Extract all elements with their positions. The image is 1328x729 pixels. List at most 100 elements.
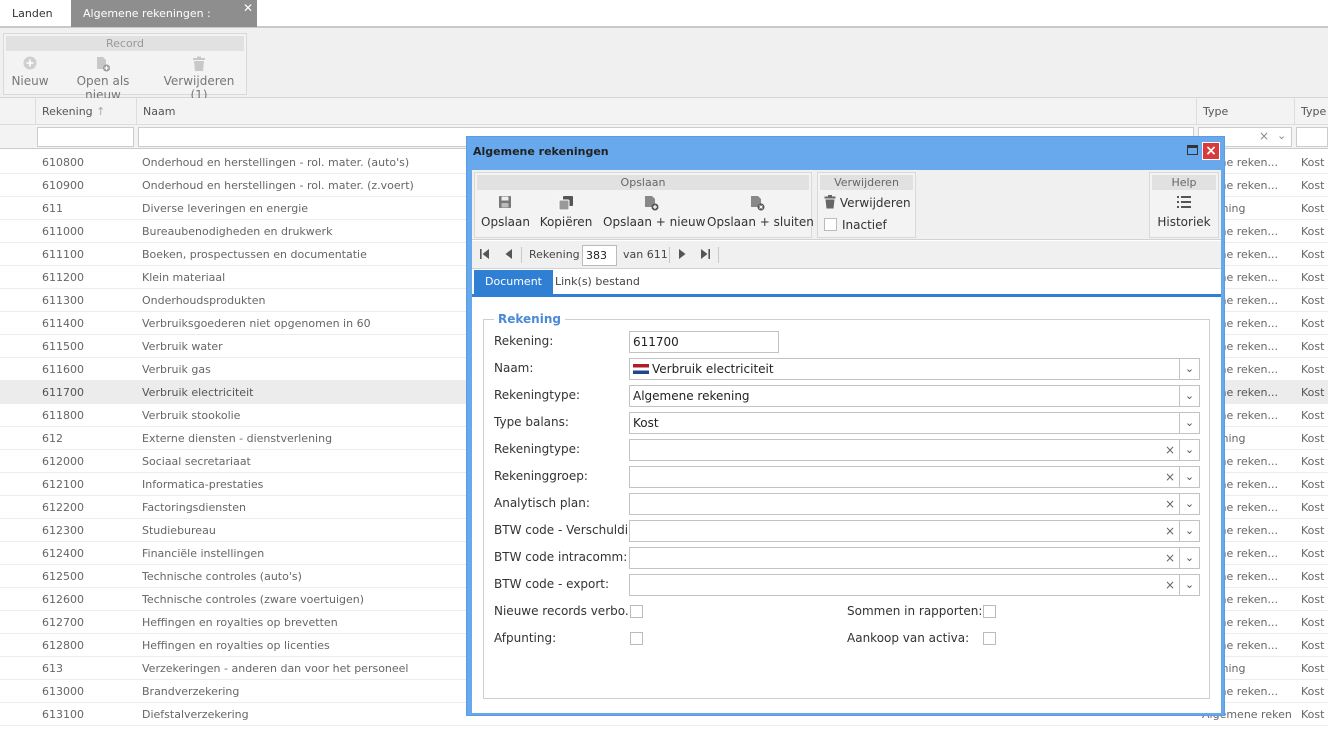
rekening-label: Rekening: (494, 334, 554, 348)
floppy-disk-icon (481, 195, 529, 215)
save-close-button[interactable]: Opslaan + sluiten (707, 195, 814, 229)
chevron-down-icon[interactable]: ⌄ (1179, 440, 1199, 460)
chevron-down-icon[interactable]: ⌄ (1179, 386, 1199, 406)
rekeninggroep-select[interactable]: × ⌄ (629, 466, 1200, 488)
previous-record-icon[interactable] (505, 246, 513, 264)
new-button[interactable]: Nieuw (11, 56, 49, 88)
tab-links[interactable]: Link(s) bestand (544, 270, 651, 294)
current-record-input[interactable]: 383 (582, 245, 617, 266)
cell-naam: Verbruik gas (142, 363, 211, 376)
btw-export-select[interactable]: × ⌄ (629, 574, 1200, 596)
next-record-icon[interactable] (678, 246, 686, 264)
analytisch-plan-select[interactable]: × ⌄ (629, 493, 1200, 515)
copy-button-label: Kopiëren (539, 215, 593, 229)
cell-rekening: 612500 (42, 570, 84, 583)
chevron-down-icon[interactable]: ⌄ (1179, 359, 1199, 379)
delete-button[interactable]: Verwijderen (1) (154, 56, 244, 102)
cell-rekening: 611 (42, 202, 63, 215)
filter-type-balans-input[interactable] (1296, 127, 1328, 147)
clear-icon[interactable]: × (1161, 575, 1179, 595)
dialog-delete-button[interactable]: Verwijderen (824, 195, 911, 210)
cell-rekening: 610900 (42, 179, 84, 192)
column-header-type[interactable]: Type (1196, 98, 1294, 125)
chevron-down-icon[interactable]: ⌄ (1179, 575, 1199, 595)
maximize-icon[interactable] (1187, 145, 1198, 155)
tab-algemene-rekeningen[interactable]: Algemene rekeningen : 611700 ✕ (71, 0, 257, 47)
cell-naam: Onderhoud en herstellingen - rol. mater.… (142, 179, 414, 192)
help-group-title: Help (1152, 175, 1216, 190)
clear-icon[interactable]: × (1161, 521, 1179, 541)
btw-verschuldigd-select[interactable]: × ⌄ (629, 520, 1200, 542)
cell-rekening: 611700 (42, 386, 84, 399)
cell-naam: Diefstalverzekering (142, 708, 249, 721)
clear-icon[interactable]: × (1161, 548, 1179, 568)
cell-type-balans: Kost (1301, 409, 1325, 422)
delete-group-title: Verwijderen (820, 175, 913, 190)
cell-rekening: 611100 (42, 248, 84, 261)
copy-button[interactable]: Kopiëren (539, 195, 593, 229)
cell-type-balans: Kost (1301, 593, 1325, 606)
nieuwe-records-checkbox[interactable] (630, 605, 643, 618)
delete-group: Verwijderen Verwijderen Inactief (817, 172, 916, 238)
history-label: Historiek (1157, 215, 1211, 229)
sommen-checkbox[interactable] (983, 605, 996, 618)
history-button[interactable]: Historiek (1154, 195, 1214, 229)
cell-rekening: 612600 (42, 593, 84, 606)
first-record-icon[interactable] (480, 246, 490, 264)
chevron-down-icon[interactable]: ⌄ (1179, 467, 1199, 487)
type-balans-label: Type balans: (494, 415, 569, 429)
tab-landen[interactable]: Landen (0, 0, 62, 27)
save-new-button[interactable]: Opslaan + nieuw (603, 195, 705, 229)
column-header-rekening[interactable]: Rekening ↑ (35, 98, 136, 125)
clear-icon[interactable]: × (1161, 440, 1179, 460)
rekening-input[interactable]: 611700 (629, 331, 779, 353)
cell-rekening: 613000 (42, 685, 84, 698)
account-dialog: Algemene rekeningen × Opslaan Opslaan Ko… (466, 136, 1225, 716)
column-header-naam[interactable]: Naam (136, 98, 1196, 125)
chevron-down-icon[interactable]: ⌄ (1179, 494, 1199, 514)
cell-rekening: 613100 (42, 708, 84, 721)
plus-circle-icon (11, 56, 49, 74)
afpunting-label: Afpunting: (494, 631, 557, 645)
analytisch-plan-label: Analytisch plan: (494, 496, 590, 510)
tab-label: Algemene rekeningen : (83, 7, 211, 20)
cell-naam: Verzekeringen - anderen dan voor het per… (142, 662, 409, 675)
afpunting-checkbox[interactable] (630, 632, 643, 645)
cell-rekening: 610800 (42, 156, 84, 169)
clear-icon[interactable]: × (1259, 129, 1269, 143)
filter-rekening-input[interactable] (37, 127, 134, 147)
tab-document[interactable]: Document (474, 270, 553, 294)
inactive-label: Inactief (842, 218, 887, 232)
chevron-down-icon[interactable]: ⌄ (1179, 413, 1199, 433)
inactive-checkbox[interactable] (824, 218, 837, 231)
rekeningtype-2-select[interactable]: × ⌄ (629, 439, 1200, 461)
cell-naam: Informatica-prestaties (142, 478, 264, 491)
cell-type-balans: Kost (1301, 363, 1325, 376)
aankoop-checkbox[interactable] (983, 632, 996, 645)
column-header-type-balans[interactable]: Type b (1294, 98, 1328, 145)
close-dialog-icon[interactable]: × (1202, 142, 1220, 160)
btw-intracomm-select[interactable]: × ⌄ (629, 547, 1200, 569)
cell-rekening: 612 (42, 432, 63, 445)
last-record-icon[interactable] (700, 246, 710, 264)
save-button[interactable]: Opslaan (481, 195, 530, 229)
inactive-toggle[interactable]: Inactief (824, 218, 887, 232)
chevron-down-icon[interactable]: ⌄ (1277, 129, 1286, 142)
naam-select[interactable]: Verbruik electriciteit ⌄ (629, 358, 1200, 380)
rekening-fieldset: Rekening Rekening: 611700 Naam: Verbruik… (483, 312, 1210, 699)
rekeningtype-select[interactable]: Algemene rekening ⌄ (629, 385, 1200, 407)
type-balans-select[interactable]: Kost ⌄ (629, 412, 1200, 434)
clear-icon[interactable]: × (1161, 467, 1179, 487)
chevron-down-icon[interactable]: ⌄ (1179, 521, 1199, 541)
cell-naam: Factoringsdiensten (142, 501, 246, 514)
cell-rekening: 611600 (42, 363, 84, 376)
clear-icon[interactable]: × (1161, 494, 1179, 514)
sommen-label: Sommen in rapporten: (847, 604, 983, 618)
open-as-new-button[interactable]: Open als nieuw (59, 56, 147, 102)
nieuwe-records-label: Nieuwe records verbo... (494, 604, 637, 618)
type-filter-controls: × ⌄ (1257, 127, 1293, 147)
close-tab-icon[interactable]: ✕ (243, 0, 253, 22)
cell-rekening: 612400 (42, 547, 84, 560)
btw-intracomm-label: BTW code intracomm: (494, 550, 628, 564)
chevron-down-icon[interactable]: ⌄ (1179, 548, 1199, 568)
